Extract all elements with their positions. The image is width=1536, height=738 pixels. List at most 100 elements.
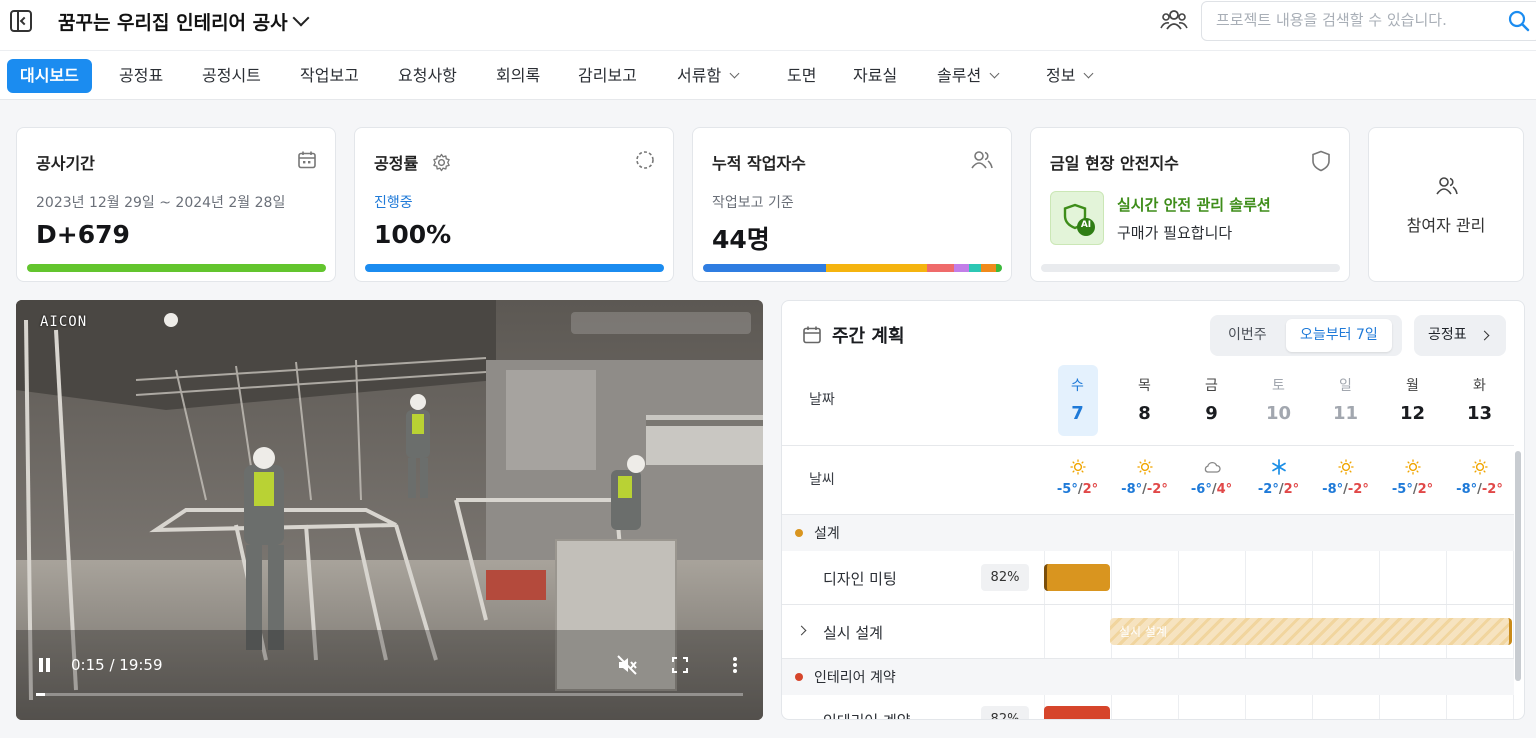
temperature-range: -6°/4° bbox=[1179, 482, 1245, 497]
vertical-scrollbar[interactable] bbox=[1515, 451, 1521, 681]
day-column[interactable]: 화 13 bbox=[1460, 365, 1500, 436]
date-row-label: 날짜 bbox=[809, 392, 835, 408]
temp-low: -2° bbox=[1257, 482, 1279, 497]
temperature-range: -2°/2° bbox=[1246, 482, 1312, 497]
weekly-plan-panel: 주간 계획 이번주 오늘부터 7일 공정표 날짜 수 7 목 8 금 9 토 10 일 11 월 12… bbox=[781, 300, 1525, 720]
fullscreen-icon[interactable] bbox=[672, 657, 688, 677]
day-column[interactable]: 월 12 bbox=[1393, 365, 1433, 436]
settings-icon[interactable] bbox=[432, 153, 451, 176]
progress-status: 진행중 bbox=[374, 195, 413, 211]
expand-chevron-icon[interactable] bbox=[796, 625, 807, 636]
pause-bar-right bbox=[46, 658, 50, 672]
card-safety-index[interactable]: 금일 현장 안전지수 AI 실시간 안전 관리 솔루션 구매가 필요합니다 bbox=[1030, 127, 1350, 282]
task-name[interactable]: 실시 설계 bbox=[823, 622, 883, 643]
chevron-down-icon[interactable] bbox=[292, 9, 310, 27]
team-icon[interactable] bbox=[1160, 8, 1188, 38]
shield-icon bbox=[1311, 150, 1331, 176]
day-column[interactable]: 금9 bbox=[1192, 365, 1232, 436]
period-range: 2023년 12월 29일 ~ 2024년 2월 28일 bbox=[36, 195, 286, 211]
safety-solution-title[interactable]: 실시간 안전 관리 솔루션 bbox=[1117, 194, 1271, 215]
day-column[interactable]: 일 11 bbox=[1326, 365, 1366, 436]
nav-item-documents[interactable]: 서류함 bbox=[677, 59, 740, 93]
period-bar-fill bbox=[27, 264, 326, 272]
task-percent: 82% bbox=[981, 706, 1029, 719]
group-color-dot bbox=[795, 529, 803, 537]
tab-this-week[interactable]: 이번주 bbox=[1214, 319, 1281, 352]
sun-icon bbox=[1313, 459, 1379, 479]
temp-high: -2° bbox=[1347, 482, 1369, 497]
task-bar[interactable] bbox=[1044, 564, 1110, 591]
card-progress-rate[interactable]: 공정률 진행중 100% bbox=[354, 127, 674, 282]
period-bar bbox=[27, 264, 326, 272]
task-bar[interactable] bbox=[1044, 706, 1110, 719]
nav-item-process-sheet[interactable]: 공정시트 bbox=[202, 59, 261, 93]
nav-item-archive[interactable]: 자료실 bbox=[853, 59, 897, 93]
snow-icon bbox=[1246, 459, 1312, 479]
participants-label: 참여자 관리 bbox=[1406, 216, 1486, 235]
more-options-icon[interactable] bbox=[732, 656, 738, 678]
group-row[interactable]: 설계 bbox=[782, 515, 1514, 551]
nav-item-info[interactable]: 정보 bbox=[1046, 59, 1094, 93]
temp-high: 2° bbox=[1417, 482, 1434, 497]
nav-item-minutes[interactable]: 회의록 bbox=[496, 59, 540, 93]
chevron-right-icon bbox=[1479, 330, 1490, 341]
temp-low: -8° bbox=[1322, 482, 1344, 497]
nav-item-drawings[interactable]: 도면 bbox=[787, 59, 816, 93]
group-row[interactable]: 인테리어 계약 bbox=[782, 659, 1514, 695]
nav-item-dashboard[interactable]: 대시보드 bbox=[7, 59, 92, 93]
task-percent: 82% bbox=[981, 564, 1029, 591]
row-divider bbox=[782, 604, 1514, 605]
nav-item-work-report[interactable]: 작업보고 bbox=[300, 59, 359, 93]
row-divider bbox=[782, 445, 1514, 446]
day-column[interactable]: 목8 bbox=[1125, 365, 1165, 436]
card-cumulative-workers[interactable]: 누적 작업자수 작업보고 기준 44명 bbox=[692, 127, 1012, 282]
top-bar: 꿈꾸는 우리집 인테리어 공사 bbox=[0, 0, 1536, 50]
progress-value: 100% bbox=[374, 220, 452, 249]
tab-next-7-days[interactable]: 오늘부터 7일 bbox=[1286, 319, 1392, 352]
mute-icon[interactable] bbox=[616, 654, 638, 680]
day-number: 7 bbox=[1071, 403, 1084, 424]
nav-item-supervision[interactable]: 감리보고 bbox=[578, 59, 637, 93]
main-nav: 대시보드 공정표 공정시트 작업보고 요청사항 회의록 감리보고 서류함 도면 … bbox=[0, 50, 1536, 100]
nav-item-schedule[interactable]: 공정표 bbox=[119, 59, 163, 93]
task-name[interactable]: 인테리어 계약 bbox=[823, 710, 911, 719]
card-title: 금일 현장 안전지수 bbox=[1050, 154, 1179, 173]
search-input[interactable] bbox=[1216, 11, 1496, 29]
temp-high: -2° bbox=[1481, 482, 1503, 497]
safety-bar bbox=[1041, 264, 1340, 272]
day-column[interactable]: 토 10 bbox=[1259, 365, 1299, 436]
pause-icon[interactable] bbox=[37, 657, 53, 675]
workers-bar-segment bbox=[969, 264, 982, 272]
project-title[interactable]: 꿈꾸는 우리집 인테리어 공사 bbox=[58, 8, 288, 35]
pause-bar-left bbox=[39, 658, 43, 672]
card-construction-period[interactable]: 공사기간 2023년 12월 29일 ~ 2024년 2월 28일 D+679 bbox=[16, 127, 336, 282]
day-name: 수 bbox=[1071, 378, 1084, 394]
day-column[interactable]: 수7 bbox=[1057, 365, 1098, 436]
temperature-range: -5°/2° bbox=[1380, 482, 1446, 497]
task-name[interactable]: 디자인 미팅 bbox=[823, 568, 897, 589]
task-bar[interactable]: 실시 설계 bbox=[1110, 618, 1512, 645]
loading-spinner-icon bbox=[635, 150, 655, 174]
d-day-value: D+679 bbox=[36, 220, 130, 249]
video-seek-progress bbox=[36, 693, 45, 696]
nav-item-label: 솔루션 bbox=[937, 66, 982, 85]
nav-item-requests[interactable]: 요청사항 bbox=[398, 59, 457, 93]
cctv-video-player[interactable]: AICON 0:15 / 19:59 bbox=[16, 300, 763, 720]
temp-low: -5° bbox=[1391, 482, 1413, 497]
calendar-icon bbox=[297, 150, 317, 174]
card-title: 공정률 bbox=[374, 150, 451, 174]
period-toggle: 이번주 오늘부터 7일 bbox=[1210, 315, 1402, 356]
sidebar-toggle-icon[interactable] bbox=[10, 10, 32, 32]
card-title-text: 공정률 bbox=[374, 154, 419, 173]
nav-item-solutions[interactable]: 솔루션 bbox=[937, 59, 1000, 93]
gantt-link-button[interactable]: 공정표 bbox=[1414, 315, 1506, 356]
day-name: 목 bbox=[1138, 378, 1151, 394]
sun-icon bbox=[1380, 459, 1446, 479]
group-name: 인테리어 계약 bbox=[814, 670, 896, 686]
card-participants[interactable]: 참여자 관리 bbox=[1368, 127, 1524, 282]
day-name: 금 bbox=[1205, 378, 1218, 394]
search-icon[interactable] bbox=[1508, 10, 1530, 36]
video-time: 0:15 / 19:59 bbox=[71, 656, 163, 674]
users-icon bbox=[1436, 176, 1458, 200]
video-seek-bar[interactable] bbox=[36, 693, 743, 696]
